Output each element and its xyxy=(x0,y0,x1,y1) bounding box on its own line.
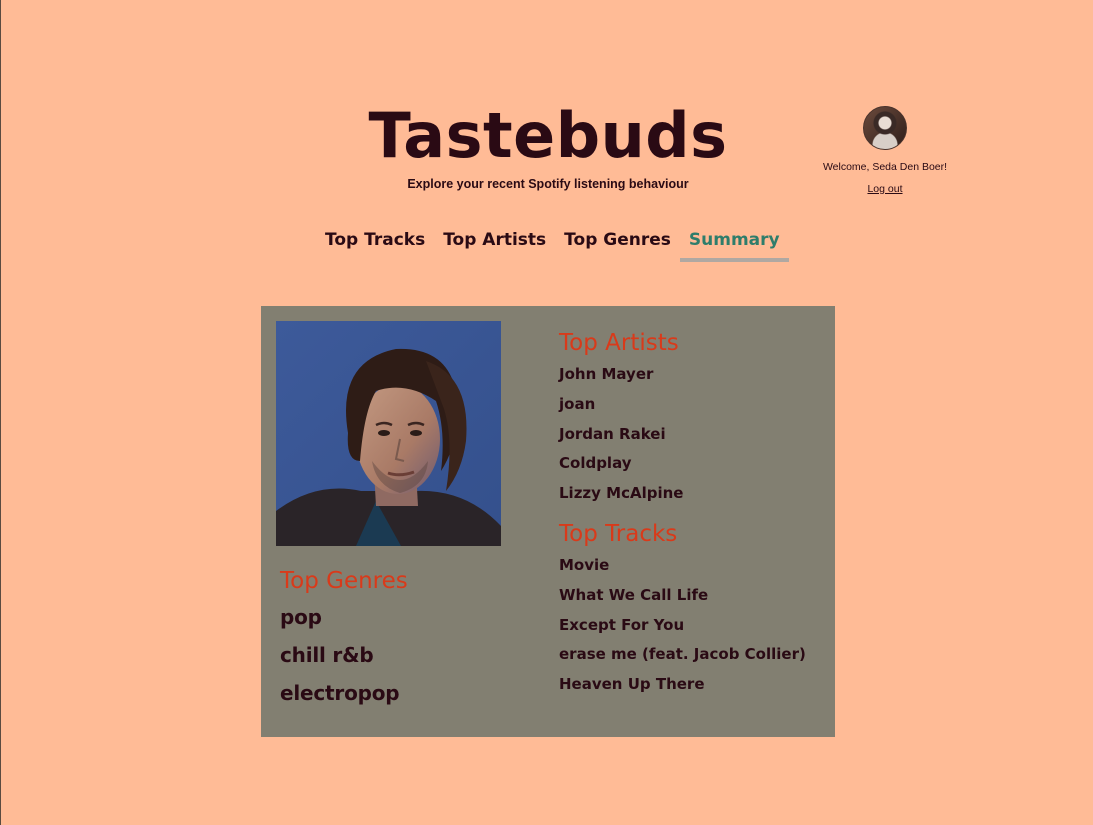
artist-item: Lizzy McAlpine xyxy=(559,484,684,503)
track-item: Heaven Up There xyxy=(559,675,705,694)
tab-summary[interactable]: Summary xyxy=(679,226,789,262)
tab-top-tracks[interactable]: Top Tracks xyxy=(316,226,434,262)
logout-link[interactable]: Log out xyxy=(867,183,902,195)
artist-item: John Mayer xyxy=(559,365,654,383)
top-tracks-heading: Top Tracks xyxy=(559,520,678,547)
user-avatar-icon[interactable] xyxy=(863,106,907,150)
genre-item: pop xyxy=(280,605,322,629)
top-artists-heading: Top Artists xyxy=(559,330,679,356)
top-tracks-section: Top Tracks Movie What We Call Life Excep… xyxy=(559,517,829,700)
summary-right-column: Top Artists John Mayer joan Jordan Rakei… xyxy=(559,326,829,700)
tab-top-genres[interactable]: Top Genres xyxy=(555,226,680,262)
track-item: Except For You xyxy=(559,615,685,634)
artist-item: joan xyxy=(559,394,596,413)
welcome-message: Welcome, Seda Den Boer! xyxy=(822,161,948,173)
app-title: Tastebuds xyxy=(368,99,728,172)
summary-card: Top Genres pop chill r&b electropop Top … xyxy=(261,306,835,737)
artist-portrait-icon xyxy=(276,321,501,546)
window-edge xyxy=(0,0,1,825)
main-nav: Top Tracks Top Artists Top Genres Summar… xyxy=(316,226,789,262)
top-genres-heading: Top Genres xyxy=(280,568,408,594)
app-subtitle: Explore your recent Spotify listening be… xyxy=(407,177,689,191)
user-panel: Welcome, Seda Den Boer! Log out xyxy=(814,106,956,196)
track-item: What We Call Life xyxy=(559,585,709,604)
track-item: erase me (feat. Jacob Collier) xyxy=(559,645,806,664)
artist-item: Jordan Rakei xyxy=(559,424,666,443)
genre-item: chill r&b xyxy=(280,643,374,667)
genre-item: electropop xyxy=(280,681,400,705)
tab-top-artists[interactable]: Top Artists xyxy=(434,226,555,262)
artist-item: Coldplay xyxy=(559,454,632,473)
top-genres-section: Top Genres pop chill r&b electropop xyxy=(280,564,520,712)
artist-photo xyxy=(276,321,501,546)
top-artists-section: Top Artists John Mayer joan Jordan Rakei… xyxy=(559,326,829,509)
track-item: Movie xyxy=(559,555,610,574)
